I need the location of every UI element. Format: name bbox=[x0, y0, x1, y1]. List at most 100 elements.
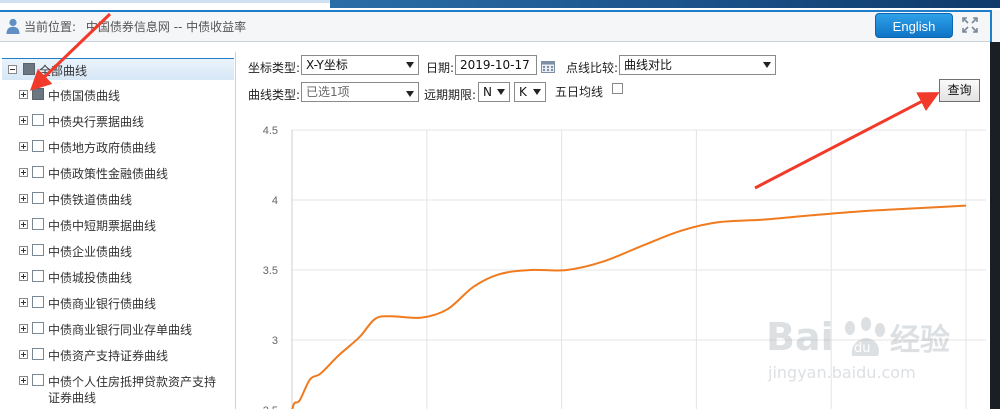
expand-toggle-icon[interactable] bbox=[19, 168, 28, 177]
coord-type-select[interactable]: X-Y坐标 bbox=[301, 55, 419, 75]
expand-toggle-icon[interactable] bbox=[19, 272, 28, 281]
forward-k-select[interactable]: K bbox=[514, 82, 546, 102]
curve-type-label: 曲线类型: bbox=[248, 88, 301, 102]
top-banner-navy bbox=[330, 0, 1000, 8]
tree-item[interactable]: 中债政策性金融债曲线 bbox=[0, 160, 234, 186]
expand-toggle-icon[interactable] bbox=[19, 376, 28, 385]
tree-item-label: 中债政策性金融债曲线 bbox=[48, 167, 169, 181]
tree-item-label: 中债商业银行债曲线 bbox=[48, 297, 157, 311]
chevron-down-icon bbox=[406, 62, 414, 68]
watermark-brand: Bai bbox=[766, 315, 834, 359]
tree-item-label-line2: 证券曲线 bbox=[48, 391, 97, 405]
tree-item[interactable]: 中债央行票据曲线 bbox=[0, 108, 234, 134]
coord-type-value: X-Y坐标 bbox=[306, 58, 348, 72]
date-label: 日期: bbox=[426, 61, 455, 75]
five-day-checkbox[interactable] bbox=[612, 83, 623, 94]
expand-toggle-icon[interactable] bbox=[19, 350, 28, 359]
expand-toggle-icon[interactable] bbox=[19, 220, 28, 229]
coord-type-label: 坐标类型: bbox=[248, 61, 301, 75]
date-input[interactable]: 2019-10-17 bbox=[455, 55, 537, 75]
tree-item[interactable]: 中债地方政府债曲线 bbox=[0, 134, 234, 160]
window-edge bbox=[990, 42, 1000, 409]
top-banner-light bbox=[0, 0, 330, 3]
page: 当前位置: 中国债券信息网 -- 中债收益率 English 全部曲线 中债国债… bbox=[0, 0, 1000, 409]
tree-root[interactable]: 全部曲线 bbox=[2, 58, 234, 80]
y-axis-ticks: 4.5 4 3.5 3 2.5 bbox=[263, 125, 278, 409]
collapse-toggle-icon[interactable] bbox=[8, 65, 17, 74]
tree-item-checkbox[interactable] bbox=[32, 322, 44, 334]
calendar-icon[interactable] bbox=[541, 60, 555, 73]
expand-toggle-icon[interactable] bbox=[19, 324, 28, 333]
forward-k-value: K bbox=[519, 85, 527, 99]
y-tick-label: 4.5 bbox=[263, 125, 278, 137]
tree-item-checkbox[interactable] bbox=[32, 166, 44, 178]
y-tick-label: 3 bbox=[272, 335, 278, 347]
location-bar-bottomline bbox=[0, 41, 990, 42]
tree-item-label: 中债地方政府债曲线 bbox=[48, 141, 157, 155]
tree-item-label: 中债资产支持证券曲线 bbox=[48, 349, 169, 363]
expand-toggle-icon[interactable] bbox=[19, 142, 28, 151]
expand-toggle-icon[interactable] bbox=[19, 194, 28, 203]
expand-toggle-icon[interactable] bbox=[19, 246, 28, 255]
user-icon bbox=[6, 18, 20, 34]
tree-item[interactable]: 中债资产支持证券曲线 bbox=[0, 342, 234, 368]
tree-item[interactable]: 中债企业债曲线 bbox=[0, 238, 234, 264]
curve-type-select[interactable]: 已选1项 bbox=[301, 82, 419, 102]
expand-toggle-icon[interactable] bbox=[19, 116, 28, 125]
expand-toggle-icon[interactable] bbox=[19, 298, 28, 307]
tree-item-checkbox[interactable] bbox=[32, 296, 44, 308]
tree-item[interactable]: 中债商业银行同业存单曲线 bbox=[0, 316, 234, 342]
query-button[interactable]: 查询 bbox=[939, 79, 980, 102]
tree-item-label: 中债商业银行同业存单曲线 bbox=[48, 323, 193, 337]
tree-item-label: 中债中短期票据曲线 bbox=[48, 219, 157, 233]
tree-root-label: 全部曲线 bbox=[39, 64, 88, 78]
forward-n-value: N bbox=[483, 85, 492, 99]
baidu-watermark: Bai du 经验 jingyan.baidu.com bbox=[766, 315, 950, 382]
curve-type-value: 已选1项 bbox=[306, 85, 350, 99]
expand-icon[interactable] bbox=[962, 17, 978, 33]
tree-item[interactable]: 中债铁道债曲线 bbox=[0, 186, 234, 212]
tree-item-checkbox[interactable] bbox=[32, 140, 44, 152]
breadcrumb-path[interactable]: 中国债券信息网 -- 中债收益率 bbox=[86, 20, 246, 34]
tree-item-label: 中债企业债曲线 bbox=[48, 245, 133, 259]
tree-item-label: 中债个人住房抵押贷款资产支持 bbox=[48, 375, 217, 389]
tree-item-checkbox[interactable] bbox=[32, 192, 44, 204]
paw-icon: du bbox=[845, 317, 885, 356]
tree-item-checkbox[interactable] bbox=[32, 244, 44, 256]
compare-select[interactable]: 曲线对比 bbox=[619, 55, 776, 75]
watermark-brand-du: du bbox=[854, 341, 871, 356]
tree-item-checkbox[interactable] bbox=[32, 270, 44, 282]
compare-label: 点线比较: bbox=[566, 61, 619, 75]
tree-item-checkbox[interactable] bbox=[32, 374, 44, 386]
tree-item[interactable]: 中债国债曲线 bbox=[0, 82, 234, 108]
chevron-down-icon bbox=[533, 89, 541, 95]
location-bar: 当前位置: 中国债券信息网 -- 中债收益率 English bbox=[0, 10, 1000, 42]
english-button[interactable]: English bbox=[875, 13, 953, 38]
watermark-url: jingyan.baidu.com bbox=[767, 363, 916, 382]
tree-root-checkbox[interactable] bbox=[23, 63, 35, 75]
location-bar-topline bbox=[0, 10, 990, 12]
y-tick-label: 2.5 bbox=[263, 405, 278, 409]
tree-item-checkbox[interactable] bbox=[32, 114, 44, 126]
location-bar-rightline bbox=[990, 10, 992, 42]
y-tick-label: 3.5 bbox=[263, 265, 278, 277]
expand-toggle-icon[interactable] bbox=[19, 90, 28, 99]
tree-item[interactable]: 中债商业银行债曲线 bbox=[0, 290, 234, 316]
chevron-down-icon bbox=[497, 89, 505, 95]
watermark-cn: 经验 bbox=[890, 323, 950, 358]
tree-item-label: 中债央行票据曲线 bbox=[48, 115, 145, 129]
tree-item[interactable]: 中债中短期票据曲线 bbox=[0, 212, 234, 238]
forward-label: 远期期限: bbox=[424, 88, 477, 102]
tree-item-checkbox[interactable] bbox=[32, 218, 44, 230]
forward-n-select[interactable]: N bbox=[478, 82, 510, 102]
tree-item-checkbox[interactable] bbox=[32, 348, 44, 360]
y-tick-label: 4 bbox=[272, 195, 278, 207]
tree-item-checkbox[interactable] bbox=[32, 88, 44, 100]
tree-item[interactable]: 中债个人住房抵押贷款资产支持 证券曲线 bbox=[0, 368, 234, 405]
chevron-down-icon bbox=[763, 62, 771, 68]
breadcrumb-label: 当前位置: bbox=[24, 20, 77, 34]
tree-item[interactable]: 中债城投债曲线 bbox=[0, 264, 234, 290]
five-day-label: 五日均线 bbox=[555, 85, 604, 99]
tree-item-label: 中债铁道债曲线 bbox=[48, 193, 133, 207]
tree-item-label: 中债城投债曲线 bbox=[48, 271, 133, 285]
